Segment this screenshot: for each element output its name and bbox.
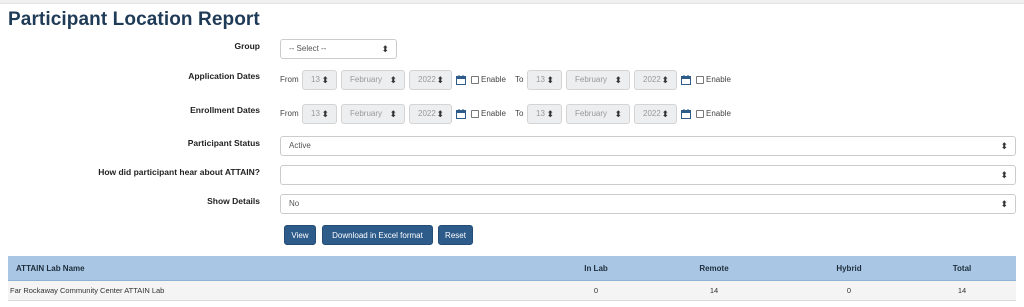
- enr-from-year-select[interactable]: 2022 ⬍: [409, 104, 452, 124]
- app-from-label: From: [280, 75, 299, 84]
- enrollment-dates-label: Enrollment Dates: [190, 105, 260, 115]
- cell-total: 14: [957, 286, 967, 295]
- enr-to-year-value: 2022: [643, 109, 661, 118]
- app-to-month-value: February: [575, 75, 608, 84]
- calendar-icon[interactable]: [681, 109, 691, 119]
- app-to-day-value: 13: [536, 75, 545, 84]
- app-to-label: To: [515, 75, 524, 84]
- sort-caret-icon: ⬍: [1000, 199, 1008, 209]
- sort-caret-icon: ⬍: [1000, 141, 1008, 151]
- sort-caret-icon: ⬍: [661, 109, 669, 119]
- view-button[interactable]: View: [284, 225, 316, 245]
- app-from-day-select[interactable]: 13 ⬍: [302, 70, 337, 90]
- enr-from-enable-label: Enable: [481, 109, 506, 118]
- enr-to-month-select[interactable]: February ⬍: [566, 104, 630, 124]
- enr-from-month-value: February: [350, 109, 383, 118]
- sort-caret-icon: ⬍: [546, 109, 554, 119]
- hear-about-label: How did participant hear about ATTAIN?: [98, 167, 260, 177]
- app-from-year-select[interactable]: 2022 ⬍: [409, 70, 452, 90]
- participant-status-label: Participant Status: [187, 138, 260, 148]
- app-to-enable-label: Enable: [706, 75, 731, 84]
- table-header: ATTAIN Lab Name In Lab Remote Hybrid Tot…: [8, 256, 1016, 281]
- cell-remote: 14: [709, 286, 719, 295]
- column-header-total: Total: [952, 264, 972, 273]
- app-from-year-value: 2022: [418, 75, 436, 84]
- top-strip: [0, 0, 1024, 4]
- page-title: Participant Location Report: [8, 9, 260, 30]
- calendar-icon[interactable]: [456, 109, 466, 119]
- application-dates-label: Application Dates: [188, 71, 260, 81]
- enr-to-label: To: [515, 109, 524, 118]
- enr-to-enable-label: Enable: [706, 109, 731, 118]
- column-header-remote: Remote: [699, 264, 729, 273]
- calendar-icon[interactable]: [456, 75, 466, 85]
- sort-caret-icon: ⬍: [381, 44, 389, 54]
- column-header-lab-name: ATTAIN Lab Name: [16, 264, 85, 273]
- column-header-in-lab: In Lab: [584, 264, 608, 273]
- sort-caret-icon: ⬍: [436, 109, 444, 119]
- app-from-month-value: February: [350, 75, 383, 84]
- app-to-year-select[interactable]: 2022 ⬍: [634, 70, 677, 90]
- sort-caret-icon: ⬍: [321, 109, 329, 119]
- table-row: Far Rockaway Community Center ATTAIN Lab…: [8, 281, 1016, 301]
- enr-from-day-select[interactable]: 13 ⬍: [302, 104, 337, 124]
- enr-from-year-value: 2022: [418, 109, 436, 118]
- group-select[interactable]: -- Select -- ⬍: [280, 39, 397, 59]
- download-excel-button[interactable]: Download in Excel format: [322, 225, 433, 245]
- enr-from-enable-checkbox[interactable]: [471, 110, 479, 118]
- app-from-day-value: 13: [311, 75, 320, 84]
- reset-button[interactable]: Reset: [438, 225, 473, 245]
- app-from-month-select[interactable]: February ⬍: [341, 70, 405, 90]
- sort-caret-icon: ⬍: [614, 75, 622, 85]
- enr-from-day-value: 13: [311, 109, 320, 118]
- app-from-enable-label: Enable: [481, 75, 506, 84]
- hear-about-select[interactable]: ⬍: [280, 165, 1016, 185]
- group-select-value: -- Select --: [289, 44, 327, 53]
- app-to-enable-checkbox[interactable]: [696, 76, 704, 84]
- enr-from-month-select[interactable]: February ⬍: [341, 104, 405, 124]
- participant-status-select[interactable]: Active ⬍: [280, 136, 1016, 156]
- enr-to-month-value: February: [575, 109, 608, 118]
- calendar-icon[interactable]: [681, 75, 691, 85]
- app-from-enable-checkbox[interactable]: [471, 76, 479, 84]
- show-details-label: Show Details: [207, 196, 260, 206]
- sort-caret-icon: ⬍: [389, 109, 397, 119]
- enr-to-enable-checkbox[interactable]: [696, 110, 704, 118]
- enr-from-label: From: [280, 109, 299, 118]
- app-to-day-select[interactable]: 13 ⬍: [527, 70, 562, 90]
- sort-caret-icon: ⬍: [436, 75, 444, 85]
- sort-caret-icon: ⬍: [321, 75, 329, 85]
- sort-caret-icon: ⬍: [1000, 170, 1008, 180]
- cell-lab-name: Far Rockaway Community Center ATTAIN Lab: [10, 286, 165, 295]
- app-to-year-value: 2022: [643, 75, 661, 84]
- sort-caret-icon: ⬍: [389, 75, 397, 85]
- sort-caret-icon: ⬍: [546, 75, 554, 85]
- cell-hybrid: 0: [846, 286, 852, 295]
- enr-to-day-value: 13: [536, 109, 545, 118]
- show-details-value: No: [289, 199, 300, 208]
- column-header-hybrid: Hybrid: [836, 264, 862, 273]
- sort-caret-icon: ⬍: [614, 109, 622, 119]
- enr-to-day-select[interactable]: 13 ⬍: [527, 104, 562, 124]
- cell-in-lab: 0: [593, 286, 599, 295]
- enr-to-year-select[interactable]: 2022 ⬍: [634, 104, 677, 124]
- participant-status-value: Active: [289, 141, 311, 150]
- show-details-select[interactable]: No ⬍: [280, 194, 1016, 214]
- app-to-month-select[interactable]: February ⬍: [566, 70, 630, 90]
- sort-caret-icon: ⬍: [661, 75, 669, 85]
- group-label: Group: [234, 41, 261, 51]
